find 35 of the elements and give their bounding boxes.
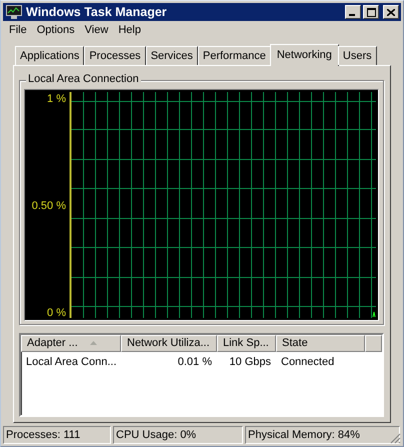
axis-label: 0 % bbox=[47, 306, 66, 319]
menu-item[interactable]: Options bbox=[32, 24, 81, 36]
monitor-icon bbox=[6, 5, 22, 20]
status-panel: Processes: 111 bbox=[3, 426, 111, 444]
close-button[interactable] bbox=[383, 5, 399, 20]
menu-item[interactable]: File bbox=[5, 24, 33, 36]
menu-item[interactable]: Help bbox=[114, 24, 147, 36]
close-icon bbox=[387, 8, 395, 16]
graph-line bbox=[372, 311, 376, 318]
maximize-button[interactable] bbox=[363, 5, 379, 20]
tab[interactable]: Applications bbox=[15, 46, 84, 65]
resize-grip-icon[interactable] bbox=[390, 433, 401, 444]
column-header[interactable]: Link Sp... bbox=[217, 334, 276, 352]
tab[interactable]: Networking bbox=[270, 44, 339, 66]
group-title: Local Area Connection bbox=[26, 72, 141, 85]
tab[interactable]: Users bbox=[338, 46, 377, 65]
axis-label: 1 % bbox=[47, 92, 66, 105]
column-header[interactable]: State bbox=[276, 334, 365, 352]
axis-label: 0.50 % bbox=[32, 200, 66, 212]
table-cell-text: Connected bbox=[280, 356, 336, 368]
window-title: Windows Task Manager bbox=[26, 5, 168, 20]
column-header[interactable]: Network Utiliza... bbox=[121, 334, 217, 352]
table-cell-text: 0.01 % bbox=[176, 356, 213, 368]
table-cell-text: Local Area Conn... bbox=[25, 356, 118, 368]
table-cell-text: 10 Gbps bbox=[228, 356, 272, 368]
menu-item[interactable]: View bbox=[80, 24, 114, 36]
column-header[interactable] bbox=[365, 334, 382, 352]
column-header[interactable]: Adapter ... bbox=[21, 334, 121, 352]
tab[interactable]: Performance bbox=[198, 46, 271, 65]
status-panel: CPU Usage: 0% bbox=[113, 426, 243, 444]
tab[interactable]: Processes bbox=[84, 46, 146, 65]
status-panel: Physical Memory: 84% bbox=[245, 426, 400, 444]
maximize-icon bbox=[366, 8, 376, 17]
tab[interactable]: Services bbox=[146, 46, 198, 65]
minimize-button[interactable] bbox=[345, 5, 361, 20]
